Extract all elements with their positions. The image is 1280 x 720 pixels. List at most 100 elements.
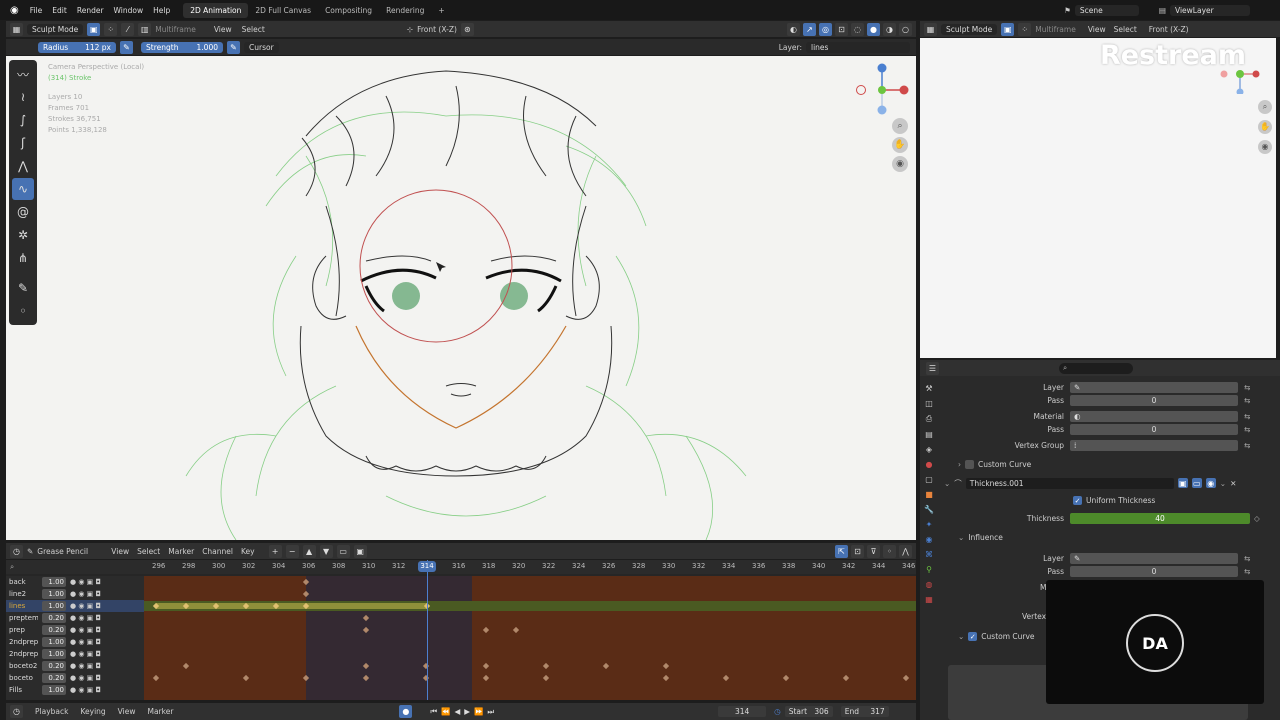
invert-pass-icon[interactable]: ⇆	[1244, 396, 1250, 405]
channel-opacity[interactable]: 1.00	[42, 637, 66, 647]
channel-row[interactable]: 2ndprepter 1.00 ● ◉ ▣ ◘	[6, 636, 144, 648]
channel-toggles[interactable]: ● ◉ ▣ ◘	[70, 626, 108, 634]
world-tab-icon[interactable]: ●	[926, 460, 933, 469]
physics-tab-icon[interactable]: ◉	[926, 535, 933, 544]
blender-logo-icon[interactable]: ◉	[10, 5, 19, 16]
cursor-dropdown[interactable]: Cursor	[244, 41, 279, 53]
mode-selector[interactable]: Sculpt Mode	[27, 23, 84, 35]
channel-row[interactable]: preptemp 0.20 ● ◉ ▣ ◘	[6, 612, 144, 624]
channel-row[interactable]: back 1.00 ● ◉ ▣ ◘	[6, 576, 144, 588]
strength-tool-icon[interactable]: ∫	[12, 109, 34, 131]
scene-tab-icon[interactable]: ◈	[926, 445, 932, 454]
tab-2d-animation[interactable]: 2D Animation	[183, 2, 249, 18]
view-layer-tab-icon[interactable]: ▤	[925, 430, 933, 439]
orientation-selector[interactable]: Front (X-Z)	[417, 25, 457, 34]
prop-layer-field[interactable]: ✎	[1070, 381, 1238, 393]
prop-vertex-group-field[interactable]: ⁞	[1070, 439, 1238, 451]
move-up-icon[interactable]: ▲	[302, 544, 316, 558]
thickness-slider[interactable]: 40	[1070, 512, 1250, 524]
right-point-mode-icon[interactable]: ⁘	[1018, 22, 1032, 36]
keyframe-diamond[interactable]	[512, 626, 520, 634]
keyframe-diamond[interactable]	[362, 674, 370, 682]
wireframe-icon[interactable]: ◌	[851, 22, 864, 36]
channel-opacity[interactable]: 1.00	[42, 601, 66, 611]
keyframe-diamond[interactable]	[602, 662, 610, 670]
grab-tool-icon[interactable]: ⋀	[12, 155, 34, 177]
prop-pass-field[interactable]: 0	[1070, 394, 1238, 406]
keyframe-diamond[interactable]	[422, 662, 430, 670]
editor-type-icon[interactable]: ▦	[10, 22, 23, 36]
multiframe-icon[interactable]: ▥	[138, 22, 152, 36]
channel-toggles[interactable]: ● ◉ ▣ ◘	[70, 578, 108, 586]
current-frame-field[interactable]: 314	[718, 706, 767, 717]
invert-material-icon[interactable]: ⇆	[1244, 412, 1250, 421]
pan-icon[interactable]: ✋	[892, 137, 908, 153]
dopesheet-menu-key[interactable]: Key	[241, 547, 255, 556]
channel-opacity[interactable]: 0.20	[42, 673, 66, 683]
record-icon[interactable]: ●	[399, 705, 413, 718]
right-menu-view[interactable]: View	[1088, 25, 1106, 34]
properties-search-field[interactable]: ⌕	[1059, 362, 1133, 374]
keyframe-diamond[interactable]	[842, 674, 850, 682]
menu-edit[interactable]: Edit	[52, 6, 67, 15]
scene-name[interactable]: Scene	[1074, 4, 1139, 16]
keyframe-diamond[interactable]	[662, 662, 670, 670]
keyframe-diamond[interactable]	[182, 662, 190, 670]
invert-vertex-icon[interactable]: ⇆	[1244, 441, 1250, 450]
custom-curve2-chevron-icon[interactable]: ⌄	[958, 632, 964, 641]
edit-mode-toggle-icon[interactable]: ▣	[1177, 478, 1188, 488]
influence-pass-invert-icon[interactable]: ⇆	[1244, 567, 1250, 576]
keyframe-diamond-icon[interactable]: ◇	[1254, 514, 1260, 523]
keyframe-diamond[interactable]	[422, 674, 430, 682]
smooth-tool-icon[interactable]: 〰	[12, 63, 34, 85]
radius-field[interactable]: Radius 112 px	[38, 41, 116, 53]
eyedropper-tool-icon[interactable]: ◦	[12, 300, 34, 322]
prop-material-field[interactable]: ◐	[1070, 410, 1238, 422]
add-layer-icon[interactable]: +	[268, 544, 282, 558]
channel-toggles[interactable]: ● ◉ ▣ ◘	[70, 614, 108, 622]
strength-field[interactable]: Strength 1.000	[141, 41, 223, 53]
tab-compositing[interactable]: Compositing	[318, 3, 379, 18]
add-workspace-button[interactable]: +	[431, 3, 451, 18]
keying-menu[interactable]: Keying	[80, 707, 105, 716]
keyframes[interactable]	[144, 576, 916, 700]
channel-row[interactable]: prep 0.20 ● ◉ ▣ ◘	[6, 624, 144, 636]
select-mode-icon[interactable]: ▣	[87, 22, 101, 36]
right-navigation-gizmo[interactable]	[1220, 54, 1260, 94]
menu-select[interactable]: Select	[242, 25, 265, 34]
keyframe-diamond[interactable]	[302, 674, 310, 682]
jump-end-icon[interactable]: ⏭	[487, 707, 494, 717]
channel-toggles[interactable]: ● ◉ ▣ ◘	[70, 662, 108, 670]
expand-chevron-icon[interactable]: ›	[958, 460, 961, 469]
remove-layer-icon[interactable]: −	[285, 544, 299, 558]
view-layer-name[interactable]: ViewLayer	[1170, 4, 1250, 16]
influence-header[interactable]: ⌄ Influence	[958, 533, 1003, 542]
material-preview-icon[interactable]: ◑	[883, 22, 896, 36]
drawing-canvas[interactable]: Camera Perspective (Local) (314) Stroke …	[6, 56, 916, 540]
keyframe-diamond[interactable]	[302, 602, 310, 610]
randomize-tool-icon[interactable]: ʃ	[12, 132, 34, 154]
play-icon[interactable]: ▶	[464, 707, 470, 716]
strength-pressure-icon[interactable]: ✎	[227, 40, 240, 54]
channel-toggles[interactable]: ● ◉ ▣ ◘	[70, 602, 108, 610]
right-menu-select[interactable]: Select	[1114, 25, 1137, 34]
right-multiframe-label[interactable]: Multiframe	[1035, 25, 1076, 34]
channel-search-icon[interactable]: ⌕	[10, 562, 14, 572]
xray-icon[interactable]: ⊡	[835, 22, 848, 36]
lock-icon[interactable]: ▣	[353, 544, 367, 558]
effects-tab-icon[interactable]: ✦	[926, 520, 933, 529]
navigation-gizmo[interactable]	[852, 60, 912, 120]
channel-row[interactable]: boceto2 0.20 ● ◉ ▣ ◘	[6, 660, 144, 672]
render-tab-icon[interactable]: ◫	[925, 399, 933, 408]
uniform-thickness-checkbox[interactable]: ✓	[1073, 496, 1082, 505]
dopesheet-menu-view[interactable]: View	[111, 547, 129, 556]
constraint-tab-icon[interactable]: ⌘	[925, 550, 933, 559]
menu-file[interactable]: File	[30, 6, 43, 15]
gizmo-icon[interactable]: ↗	[803, 22, 816, 36]
right-zoom-icon[interactable]: ⌕	[1258, 100, 1272, 114]
keyframe-diamond[interactable]	[482, 626, 490, 634]
timeline-area[interactable]: 296 298 300 302 304 306 308 310 312 316 318 320 322 3…	[144, 560, 916, 700]
menu-render[interactable]: Render	[77, 6, 104, 15]
channel-opacity[interactable]: 1.00	[42, 685, 66, 695]
keyframe-diamond[interactable]	[302, 590, 310, 598]
